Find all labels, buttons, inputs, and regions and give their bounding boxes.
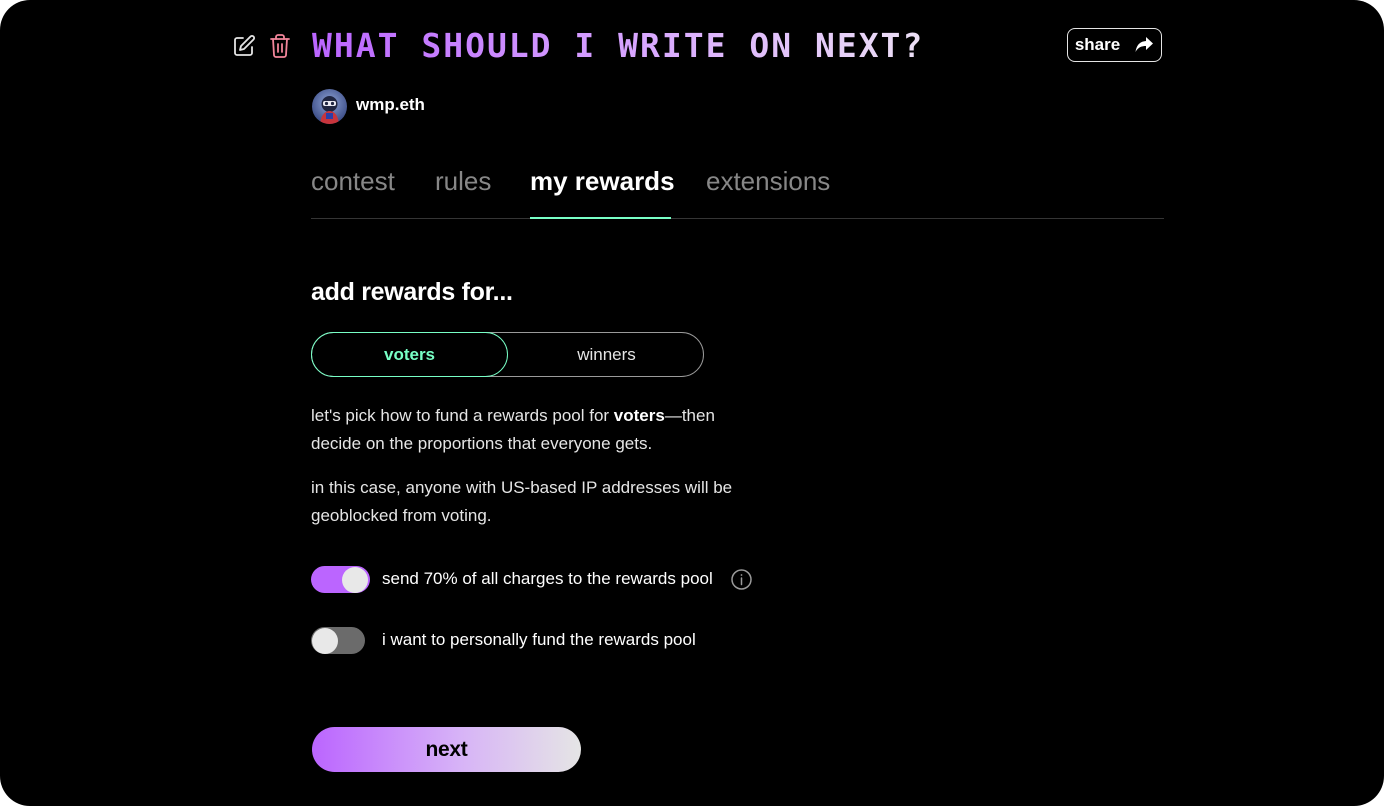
- info-circle-icon[interactable]: [731, 569, 752, 590]
- personal-fund-label: i want to personally fund the rewards po…: [382, 630, 696, 649]
- rewards-heading: add rewards for...: [311, 278, 513, 306]
- app-window: WHAT SHOULD I WRITE ON NEXT? share wmp.e…: [0, 0, 1384, 806]
- geoblock-note: in this case, anyone with US-based IP ad…: [311, 478, 733, 525]
- next-button[interactable]: next: [312, 727, 581, 772]
- toggle-knob: [311, 627, 338, 654]
- trash-icon[interactable]: [267, 33, 293, 59]
- intro-text-start: let's pick how to fund a rewards pool fo…: [311, 406, 614, 425]
- rewards-intro: let's pick how to fund a rewards pool fo…: [311, 402, 751, 458]
- active-tab-indicator: [530, 217, 671, 219]
- tab-contest[interactable]: contest: [311, 166, 395, 197]
- tab-rules[interactable]: rules: [435, 166, 491, 197]
- share-button[interactable]: share: [1067, 28, 1162, 62]
- charges-to-pool-toggle[interactable]: [311, 566, 370, 593]
- intro-text-bold: voters: [613, 406, 665, 425]
- contest-title: WHAT SHOULD I WRITE ON NEXT?: [312, 26, 925, 65]
- charges-to-pool-label: send 70% of all charges to the rewards p…: [382, 569, 713, 588]
- option-winners[interactable]: winners: [508, 332, 705, 377]
- personal-fund-toggle[interactable]: [311, 627, 365, 654]
- share-label: share: [1074, 35, 1121, 54]
- share-arrow-icon: [1134, 36, 1154, 54]
- creator-username[interactable]: wmp.eth: [356, 95, 425, 115]
- tab-divider: [311, 218, 1164, 219]
- toggle-knob: [342, 566, 368, 593]
- avatar[interactable]: [312, 89, 347, 124]
- tab-my-rewards[interactable]: my rewards: [530, 166, 675, 197]
- option-voters[interactable]: voters: [311, 332, 508, 377]
- pencil-edit-icon[interactable]: [231, 33, 257, 59]
- rewards-target-selector: voters winners: [311, 332, 704, 377]
- tab-extensions[interactable]: extensions: [706, 166, 830, 197]
